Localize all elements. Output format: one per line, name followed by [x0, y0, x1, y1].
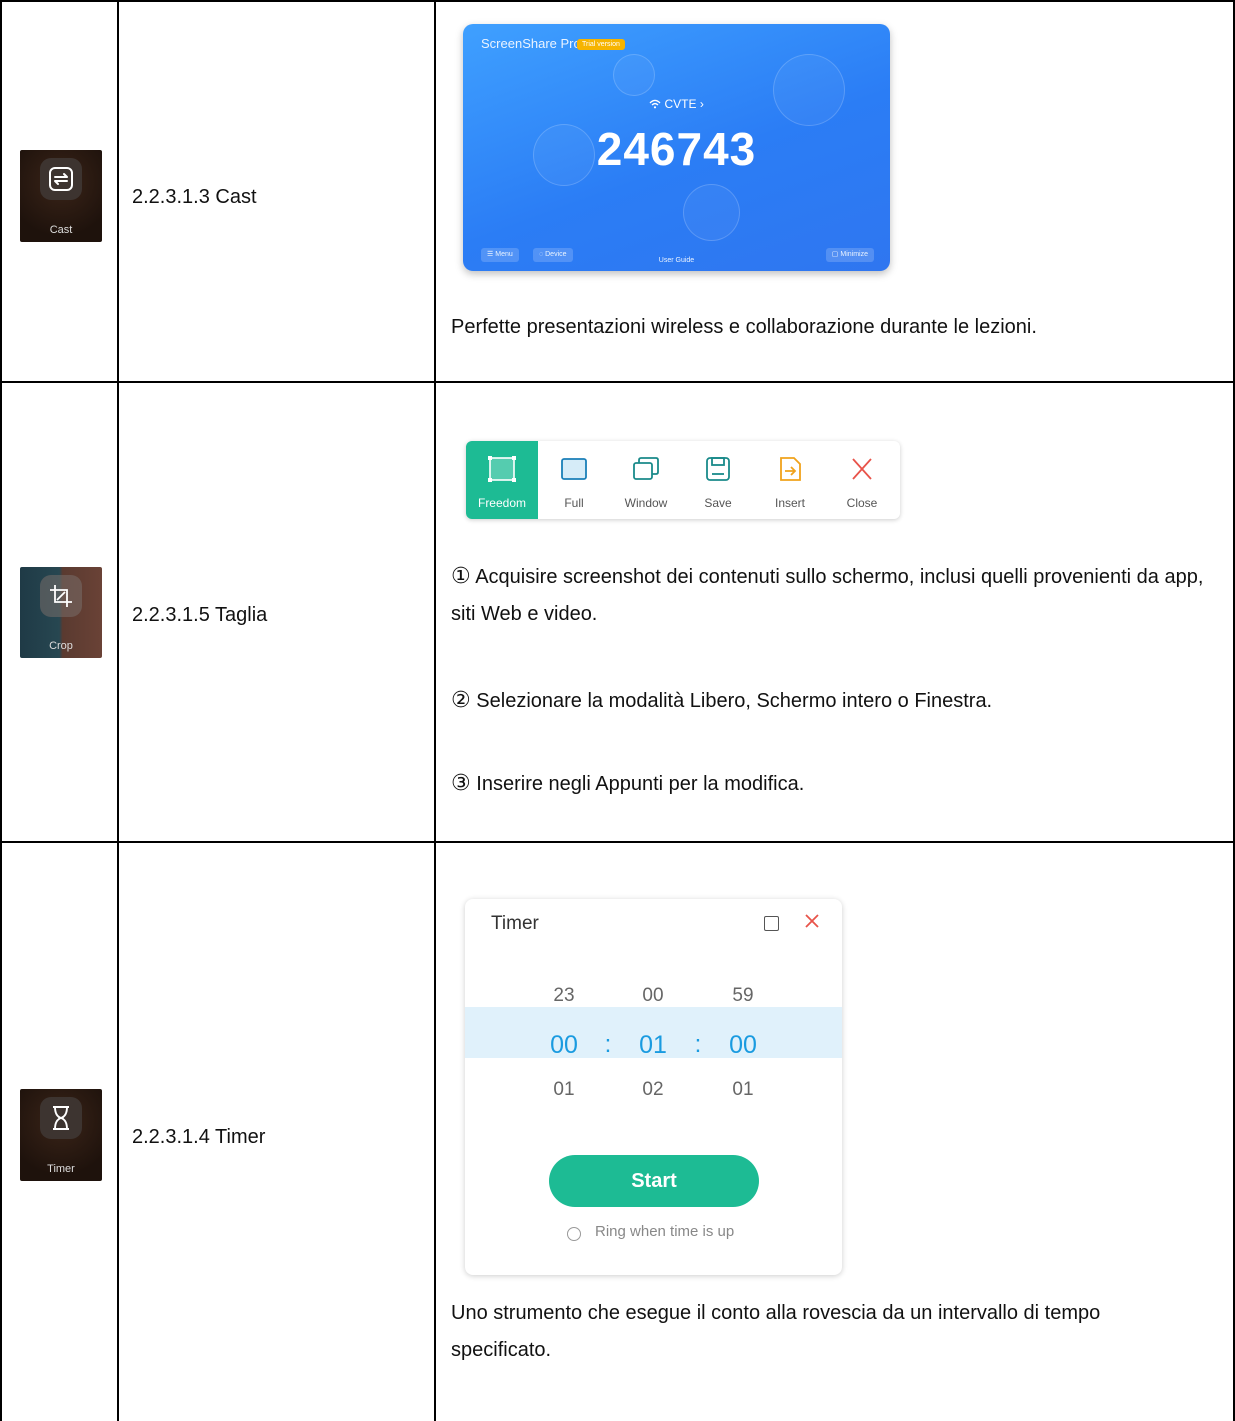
- network-name[interactable]: CVTE ›: [463, 97, 890, 111]
- chevron-right-icon: ›: [699, 97, 704, 111]
- full-screen-icon: [561, 458, 587, 480]
- step-number: ③: [451, 770, 471, 795]
- seconds-below[interactable]: 01: [713, 1079, 773, 1101]
- hours-above[interactable]: 23: [534, 985, 594, 1007]
- ring-radio[interactable]: [567, 1227, 581, 1241]
- bubble: [683, 184, 740, 241]
- table-row-divider-1: [0, 381, 1235, 383]
- window-icon: [633, 457, 659, 480]
- crop-step-1: ① Acquisire screenshot dei contenuti sul…: [451, 557, 1211, 633]
- window-label: Window: [624, 496, 668, 510]
- minimize-button[interactable]: ▢ Minimize: [825, 248, 874, 262]
- timer-icon-label: Timer: [47, 1163, 75, 1175]
- step-text: Inserire negli Appunti per la modifica.: [476, 773, 805, 795]
- save-label: Save: [704, 496, 732, 510]
- crop-section-title: 2.2.3.1.5 Taglia: [132, 604, 268, 626]
- freedom-icon: [488, 456, 516, 482]
- step-number: ①: [451, 563, 471, 588]
- time-separator: :: [694, 1031, 702, 1058]
- start-button[interactable]: Start: [549, 1155, 759, 1207]
- crop-icon: [50, 585, 72, 607]
- table-divider-col1: [117, 0, 119, 1421]
- minutes-selected[interactable]: 01: [623, 1031, 683, 1060]
- maximize-icon[interactable]: [764, 916, 779, 931]
- window-tool-button[interactable]: Window: [610, 441, 682, 519]
- crop-step-3: ③ Inserire negli Appunti per la modifica…: [451, 764, 1211, 803]
- seconds-selected[interactable]: 00: [713, 1031, 773, 1060]
- bubble: [613, 54, 655, 96]
- time-separator: :: [604, 1031, 612, 1058]
- timer-section-title: 2.2.3.1.4 Timer: [132, 1126, 266, 1148]
- hourglass-icon: [53, 1106, 69, 1130]
- step-text: Selezionare la modalità Libero, Schermo …: [476, 690, 993, 712]
- timer-app-icon: Timer: [20, 1089, 102, 1181]
- crop-step-2: ② Selezionare la modalità Libero, Scherm…: [451, 681, 1211, 720]
- hours-selected[interactable]: 00: [534, 1031, 594, 1060]
- crop-app-icon: Crop: [20, 567, 102, 658]
- save-icon: [706, 457, 730, 481]
- ring-label[interactable]: Ring when time is up: [595, 1223, 734, 1240]
- cast-icon: [49, 167, 73, 191]
- insert-tool-button[interactable]: Insert: [754, 441, 826, 519]
- timer-description: Uno strumento che esegue il conto alla r…: [451, 1302, 1101, 1361]
- cast-icon-label: Cast: [49, 224, 73, 236]
- share-code: 246743: [596, 123, 757, 175]
- seconds-above[interactable]: 59: [713, 985, 773, 1007]
- step-number: ②: [451, 687, 471, 712]
- network-label: CVTE: [664, 97, 697, 111]
- crop-icon-tile: [40, 575, 82, 617]
- step-text: Acquisire screenshot dei contenuti sullo…: [451, 566, 1204, 625]
- minutes-above[interactable]: 00: [623, 985, 683, 1007]
- table-row-divider-2: [0, 841, 1235, 843]
- timer-dialog: Timer 23 00 59 00 : 01 : 00 01 02 01 Sta…: [465, 899, 842, 1275]
- timer-dialog-title: Timer: [491, 913, 539, 934]
- bubble: [773, 54, 845, 126]
- trial-badge: Trial version: [577, 39, 625, 50]
- crop-toolbar: Freedom Full Window Save Insert Close: [466, 441, 900, 519]
- minimize-icon: ▢: [831, 251, 839, 258]
- minutes-below[interactable]: 02: [623, 1079, 683, 1101]
- save-tool-button[interactable]: Save: [682, 441, 754, 519]
- close-icon[interactable]: [803, 912, 821, 930]
- table-border-top: [0, 0, 1235, 2]
- table-divider-col2: [434, 0, 436, 1421]
- insert-label: Insert: [774, 496, 805, 510]
- full-tool-button[interactable]: Full: [538, 441, 610, 519]
- cast-screenshot: ScreenShare Pro Trial version CVTE › 246…: [463, 24, 890, 271]
- cast-description: Perfette presentazioni wireless e collab…: [451, 316, 1037, 338]
- insert-icon: [780, 457, 801, 481]
- close-icon: [852, 458, 872, 480]
- freedom-label: Freedom: [477, 496, 527, 510]
- freedom-tool-button[interactable]: Freedom: [466, 441, 538, 519]
- crop-icon-label: Crop: [49, 640, 73, 652]
- hours-below[interactable]: 01: [534, 1079, 594, 1101]
- minimize-label: Minimize: [840, 251, 868, 258]
- cast-app-icon: Cast: [20, 150, 102, 242]
- cast-icon-tile: [40, 158, 82, 200]
- cast-section-title: 2.2.3.1.3 Cast: [132, 186, 257, 208]
- table-border-left: [0, 0, 2, 1421]
- close-tool-button[interactable]: Close: [826, 441, 898, 519]
- cast-app-name: ScreenShare Pro: [481, 36, 581, 51]
- wifi-icon: [649, 99, 661, 109]
- full-label: Full: [564, 496, 584, 510]
- close-label: Close: [846, 496, 878, 510]
- timer-icon-tile: [40, 1097, 82, 1139]
